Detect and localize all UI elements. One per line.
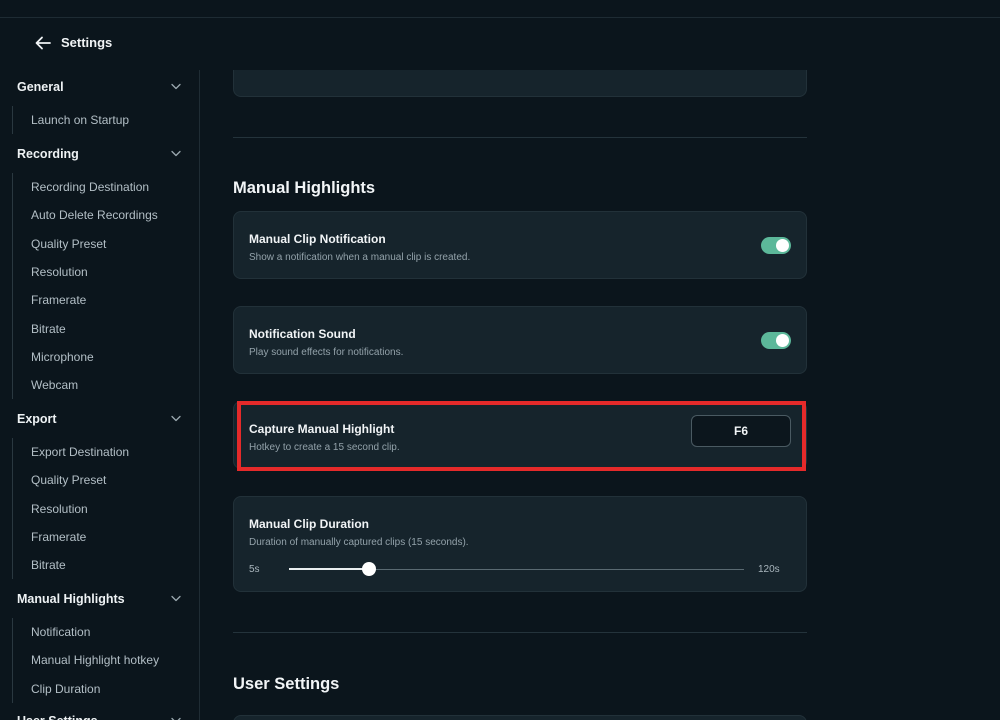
manual-highlights-heading: Manual Highlights	[233, 179, 376, 197]
toggle-knob	[776, 334, 789, 347]
notification-sound-toggle[interactable]	[761, 332, 791, 349]
sidebar-section-header[interactable]: Manual Highlights	[0, 588, 199, 610]
notification-sound-title: Notification Sound	[249, 327, 356, 341]
sidebar-section: Export Export Destination Quality Preset Re…	[0, 408, 199, 580]
manual-clip-duration-desc: Duration of manually captured clips (15 …	[249, 537, 469, 548]
chevron-down-icon	[171, 150, 181, 157]
notification-sound-desc: Play sound effects for notifications.	[249, 347, 404, 358]
sidebar-item[interactable]: Export Destination	[13, 438, 199, 466]
sidebar-item[interactable]: Quality Preset	[13, 230, 199, 258]
duration-slider-thumb[interactable]	[362, 562, 377, 576]
toggle-knob	[776, 239, 789, 252]
sidebar-item[interactable]: Resolution	[13, 258, 199, 286]
capture-manual-highlight-desc: Hotkey to create a 15 second clip.	[249, 442, 400, 453]
notification-sound-card: Notification Sound Play sound effects fo…	[233, 306, 807, 374]
previous-settings-card	[233, 70, 807, 97]
sidebar-item[interactable]: Bitrate	[13, 314, 199, 342]
capture-manual-highlight-card: Capture Manual Highlight Hotkey to creat…	[233, 401, 807, 469]
sidebar-item[interactable]: Microphone	[13, 343, 199, 371]
sidebar-item[interactable]: Notification	[13, 618, 199, 646]
slider-max-label: 120s	[758, 564, 780, 575]
sidebar-item[interactable]: Launch on Startup	[13, 106, 199, 134]
manual-clip-duration-card: Manual Clip Duration Duration of manuall…	[233, 496, 807, 592]
slider-min-label: 5s	[249, 564, 260, 575]
sidebar-section-header[interactable]: User Settings	[0, 710, 199, 720]
sidebar-section-title: User Settings	[17, 714, 98, 720]
slider-fill	[289, 568, 370, 570]
manual-clip-notification-desc: Show a notification when a manual clip i…	[249, 252, 471, 263]
sidebar-section-title: Recording	[17, 147, 79, 161]
back-arrow-icon[interactable]	[34, 34, 52, 52]
chevron-down-icon	[171, 83, 181, 90]
capture-manual-highlight-title: Capture Manual Highlight	[249, 422, 395, 436]
sidebar-item[interactable]: Resolution	[13, 495, 199, 523]
manual-clip-notification-toggle[interactable]	[761, 237, 791, 254]
sidebar-section: Manual Highlights Notification Manual High…	[0, 588, 199, 703]
sidebar-section-header[interactable]: Recording	[0, 143, 199, 165]
sidebar-item[interactable]: Clip Duration	[13, 675, 199, 703]
sidebar-section-header[interactable]: Export	[0, 408, 199, 430]
sidebar-section-title: General	[17, 80, 64, 94]
sidebar-item[interactable]: Webcam	[13, 371, 199, 399]
sidebar-section: General Launch on Startup	[0, 76, 199, 135]
sidebar-nav: General Launch on Startup Recording Recordi…	[0, 70, 200, 720]
sidebar-item[interactable]: Quality Preset	[13, 466, 199, 494]
hotkey-button[interactable]: F6	[691, 415, 791, 447]
user-settings-card	[233, 715, 807, 720]
sidebar-section: Recording Recording Destination Auto Delet…	[0, 143, 199, 400]
sidebar-item[interactable]: Recording Destination	[13, 173, 199, 201]
sidebar-item-list: Export Destination Quality Preset Resoluti…	[12, 438, 199, 580]
sidebar-item[interactable]: Bitrate	[13, 551, 199, 579]
top-divider	[0, 17, 1000, 18]
sidebar-section-title: Export	[17, 412, 57, 426]
sidebar-item[interactable]: Framerate	[13, 286, 199, 314]
sidebar-section-header[interactable]: General	[0, 76, 199, 98]
chevron-down-icon	[171, 595, 181, 602]
sidebar-item-list: Notification Manual Highlight hotkey Clip …	[12, 618, 199, 703]
user-settings-heading: User Settings	[233, 675, 340, 693]
sidebar-section: User Settings	[0, 710, 199, 720]
section-divider	[233, 137, 807, 138]
manual-clip-duration-title: Manual Clip Duration	[249, 517, 369, 531]
manual-clip-notification-card: Manual Clip Notification Show a notifica…	[233, 211, 807, 279]
settings-content: Manual Highlights Manual Clip Notificati…	[200, 70, 1000, 720]
sidebar-item-list: Recording Destination Auto Delete Recordi…	[12, 173, 199, 400]
chevron-down-icon	[171, 415, 181, 422]
sidebar-item[interactable]: Manual Highlight hotkey	[13, 646, 199, 674]
sidebar-item[interactable]: Auto Delete Recordings	[13, 201, 199, 229]
page-title: Settings	[61, 35, 113, 50]
sidebar-item-list: Launch on Startup	[12, 106, 199, 135]
manual-clip-notification-title: Manual Clip Notification	[249, 232, 386, 246]
sidebar-section-title: Manual Highlights	[17, 592, 125, 606]
section-divider	[233, 632, 807, 633]
sidebar-item[interactable]: Framerate	[13, 523, 199, 551]
